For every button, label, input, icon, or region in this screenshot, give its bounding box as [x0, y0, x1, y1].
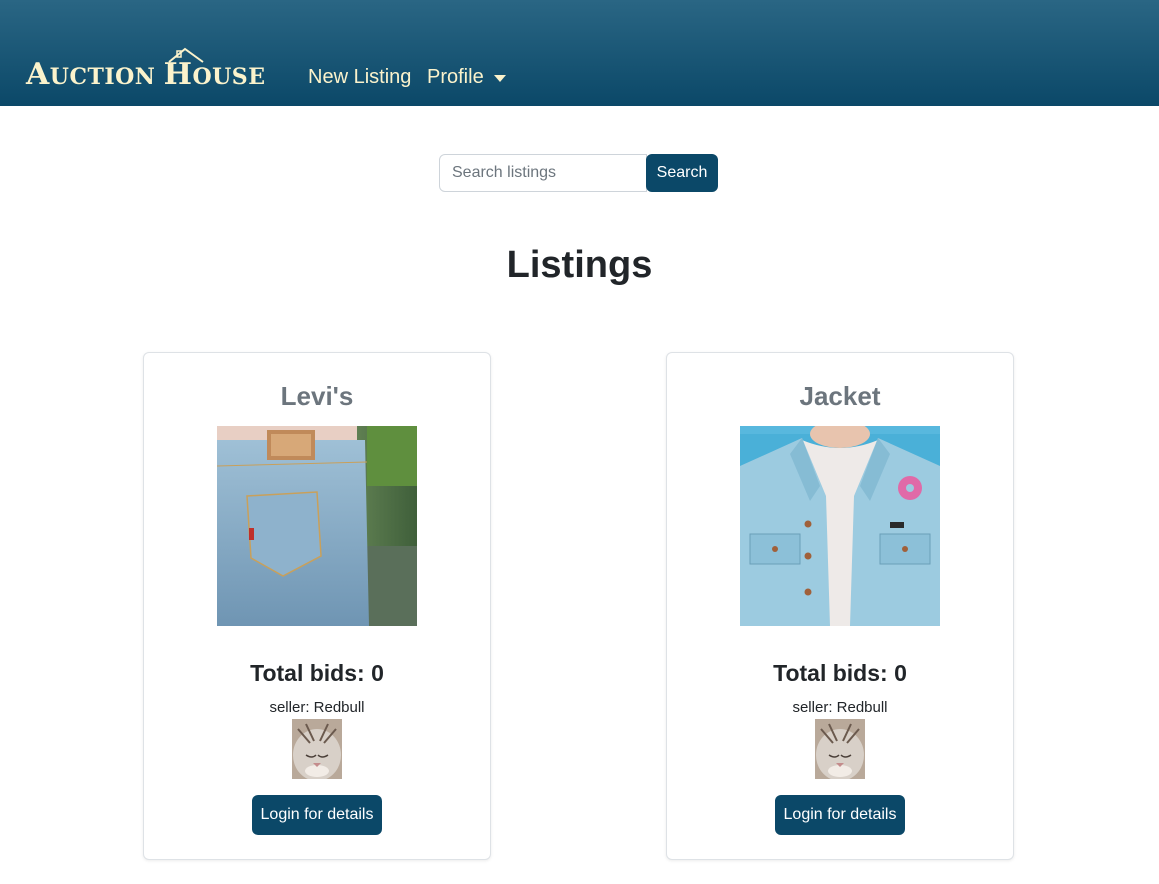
- listing-title: Levi's: [280, 381, 354, 411]
- seller-label: seller: Redbull: [792, 699, 888, 716]
- login-for-details-button[interactable]: Login for details: [775, 795, 905, 835]
- search-button[interactable]: Search: [646, 154, 718, 192]
- caret-down-icon[interactable]: [494, 75, 506, 82]
- top-navbar: AUCTION HOUSE New Listing Profile: [0, 0, 1159, 106]
- search-input[interactable]: [439, 154, 647, 192]
- denim-jacket-photo: [740, 426, 940, 626]
- login-for-details-button[interactable]: Login for details: [252, 795, 382, 835]
- page-title: Listings: [506, 244, 653, 286]
- listing-card: Levi's Total bids: 0 seller: Redbull Log…: [143, 352, 491, 860]
- listing-title: Jacket: [799, 381, 881, 411]
- total-bids: Total bids: 0: [250, 660, 384, 686]
- brand-logo[interactable]: AUCTION HOUSE: [26, 44, 276, 94]
- seller-label: seller: Redbull: [269, 699, 365, 716]
- brand-name: AUCTION HOUSE: [26, 57, 266, 92]
- cat-avatar: [292, 719, 342, 779]
- jeans-photo: [217, 426, 417, 626]
- cat-avatar: [815, 719, 865, 779]
- total-bids: Total bids: 0: [773, 660, 907, 686]
- nav-new-listing-link[interactable]: New Listing: [308, 66, 411, 89]
- listing-card: Jacket Total bids: 0 seller: Redbull Log…: [666, 352, 1014, 860]
- nav-profile-dropdown[interactable]: Profile: [427, 66, 484, 89]
